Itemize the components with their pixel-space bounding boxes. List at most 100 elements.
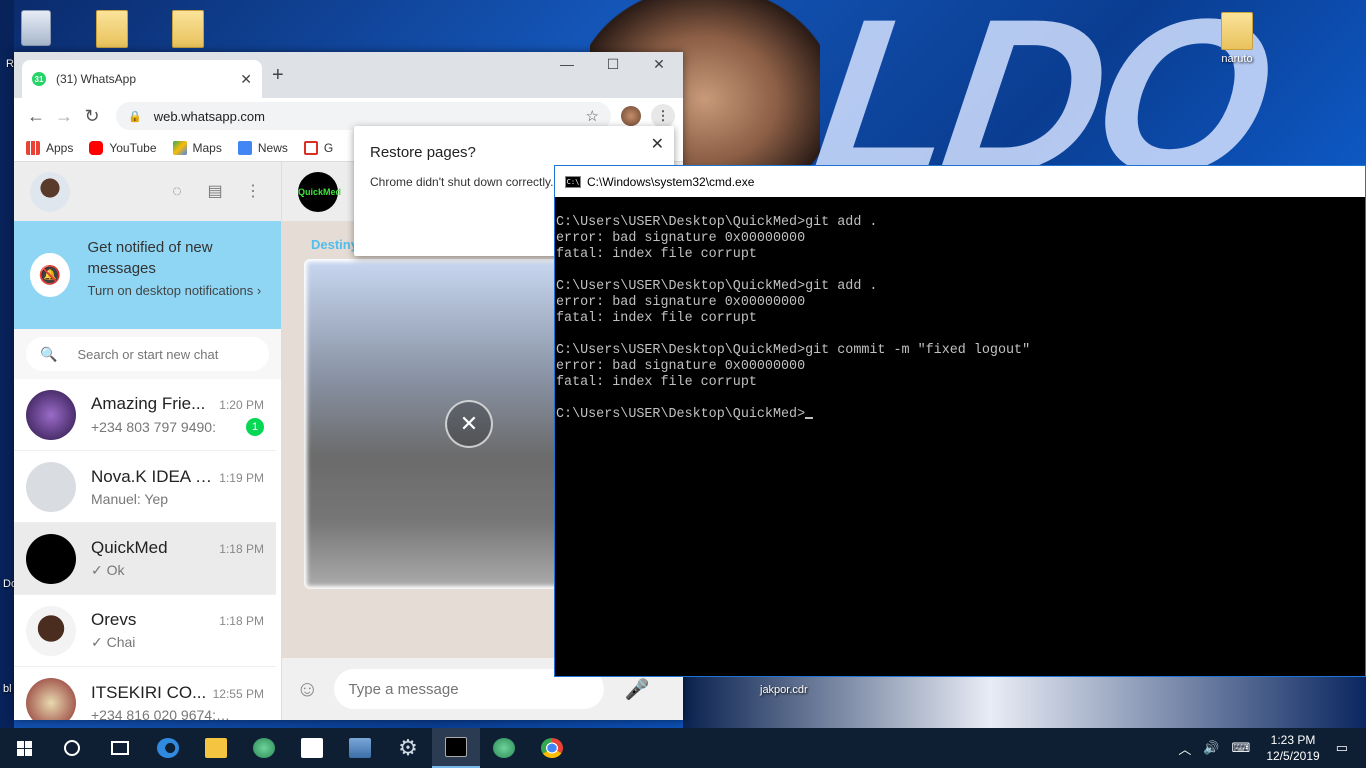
taskbar-atom[interactable]	[240, 728, 288, 768]
chrome-menu-icon[interactable]: ⋮	[651, 104, 675, 128]
bell-off-icon: 🔕	[30, 253, 70, 297]
taskbar-file-explorer[interactable]	[192, 728, 240, 768]
bookmark-news[interactable]: News	[237, 140, 288, 155]
tab-strip: 31 (31) WhatsApp ✕ + — ☐ ✕	[14, 52, 683, 98]
cmd-title: C:\Windows\system32\cmd.exe	[587, 174, 755, 189]
group-avatar-icon	[26, 461, 76, 512]
new-chat-icon[interactable]: ▤	[203, 180, 227, 204]
chat-time: 12:55 PM	[212, 686, 264, 701]
desktop-folder-icon[interactable]	[170, 10, 206, 48]
windows-logo-icon	[16, 740, 32, 756]
chat-avatar	[26, 677, 76, 720]
maximize-button[interactable]: ☐	[590, 56, 636, 78]
wallpaper-edge	[0, 0, 14, 728]
minimize-button[interactable]: —	[544, 56, 590, 78]
chat-item-quickmed[interactable]: QuickMed 1:18 PM ✓ Ok	[14, 523, 276, 595]
chat-preview: Manuel: Yep	[91, 490, 169, 507]
bookmark-maps[interactable]: Maps	[172, 140, 222, 155]
notification-title: Get notified of new messages	[87, 239, 213, 277]
bookmark-youtube[interactable]: YouTube	[89, 140, 157, 155]
tab-title: (31) WhatsApp	[56, 72, 137, 86]
chrome-icon	[541, 738, 563, 758]
taskbar-chrome[interactable]	[528, 728, 576, 768]
youtube-icon	[89, 140, 104, 155]
clock[interactable]: 1:23 PM 12/5/2019	[1266, 732, 1319, 764]
edge-icon	[157, 738, 179, 758]
taskbar-app[interactable]	[336, 728, 384, 768]
chat-item-itsekiri[interactable]: ITSEKIRI CO... 12:55 PM +234 816 020 9674…	[14, 667, 276, 720]
chat-time: 1:19 PM	[219, 470, 264, 485]
back-arrow-icon[interactable]: ←	[22, 106, 50, 127]
microphone-icon[interactable]: 🎤	[624, 677, 649, 702]
desktop-folder-icon[interactable]	[94, 10, 130, 48]
bookmark-gmail[interactable]: G	[303, 140, 333, 155]
status-icon[interactable]: ◌	[165, 180, 189, 204]
reload-icon[interactable]: ↻	[78, 106, 106, 127]
conversation-avatar[interactable]: QuickMed	[298, 171, 341, 212]
taskbar-edge[interactable]	[144, 728, 192, 768]
news-icon	[237, 140, 252, 155]
apps-grid-icon	[26, 140, 40, 155]
start-button[interactable]	[0, 728, 48, 768]
tab-whatsapp[interactable]: 31 (31) WhatsApp ✕	[22, 60, 262, 98]
chat-avatar	[26, 605, 76, 656]
lock-icon: 🔒	[128, 110, 142, 123]
chat-item-nova-k[interactable]: Nova.K IDEA B... 1:19 PM Manuel: Yep	[14, 451, 276, 523]
chat-item-amazing-friends[interactable]: Amazing Frie... 1:20 PM +234 803 797 9490…	[14, 379, 276, 451]
notifications-icon[interactable]: ▭	[1336, 740, 1348, 756]
menu-icon[interactable]: ⋮	[241, 180, 265, 204]
taskbar-cmd[interactable]	[432, 728, 480, 768]
close-icon[interactable]: ✕	[651, 134, 664, 154]
keyboard-icon[interactable]: ⌨	[1232, 740, 1251, 756]
notification-link[interactable]: Turn on desktop notifications ›	[88, 281, 265, 300]
console-text: C:\Users\USER\Desktop\QuickMed>git add .…	[556, 215, 1031, 422]
search-button[interactable]	[48, 728, 96, 768]
cortana-circle-icon	[64, 740, 80, 756]
url-text[interactable]: web.whatsapp.com	[154, 109, 586, 124]
cancel-download-icon[interactable]: ✕	[445, 400, 493, 448]
unread-badge: 1	[246, 417, 264, 436]
cmd-titlebar[interactable]: C:\ C:\Windows\system32\cmd.exe	[555, 166, 1365, 197]
task-view-button[interactable]	[96, 728, 144, 768]
desktop-edge-label: bl	[3, 683, 12, 695]
monitor-icon	[349, 738, 371, 758]
chat-avatar	[26, 389, 76, 440]
chevron-up-icon[interactable]: ︿	[1178, 739, 1191, 758]
folder-icon	[1221, 12, 1253, 50]
whatsapp-favicon: 31	[32, 72, 46, 86]
my-avatar[interactable]	[30, 171, 70, 212]
new-tab-button[interactable]: +	[272, 64, 284, 87]
atom-icon	[253, 738, 275, 758]
bookmark-apps[interactable]: Apps	[26, 140, 73, 155]
chat-preview: ✓ Chai	[91, 634, 136, 650]
chat-avatar	[26, 533, 76, 584]
close-button[interactable]: ✕	[636, 56, 682, 78]
desktop-edge-label: R	[6, 58, 14, 70]
desktop-folder-naruto[interactable]: naruto	[1210, 12, 1264, 65]
recycle-bin-icon[interactable]	[16, 10, 56, 46]
volume-icon[interactable]: 🔊	[1203, 740, 1219, 756]
search-input[interactable]	[77, 346, 255, 362]
chat-preview: +234 816 020 9674: Lolz	[91, 706, 231, 721]
search-box: 🔍	[26, 337, 269, 371]
chat-item-orevs[interactable]: Orevs 1:18 PM ✓ Chai	[14, 595, 276, 667]
console-icon	[445, 737, 467, 757]
taskbar-atom-2[interactable]	[480, 728, 528, 768]
chat-time: 1:20 PM	[219, 397, 264, 412]
tab-close-icon[interactable]: ✕	[240, 71, 252, 88]
taskbar-store[interactable]	[288, 728, 336, 768]
blurred-image	[307, 262, 561, 586]
profile-avatar[interactable]	[621, 106, 641, 126]
emoji-icon[interactable]: ☺	[296, 676, 318, 702]
notification-banner[interactable]: 🔕 Get notified of new messages Turn on d…	[14, 221, 281, 329]
chat-preview: ✓ Ok	[91, 562, 125, 578]
clock-date: 12/5/2019	[1266, 749, 1320, 763]
forward-arrow-icon[interactable]: →	[50, 106, 78, 127]
console-output[interactable]: C:\Users\USER\Desktop\QuickMed>git add .…	[555, 197, 1365, 423]
image-message[interactable]	[304, 259, 564, 589]
cmd-window: C:\ C:\Windows\system32\cmd.exe C:\Users…	[554, 165, 1366, 677]
desktop-icon-label: naruto	[1221, 53, 1253, 65]
taskbar-settings[interactable]: ⚙	[384, 728, 432, 768]
system-tray: ︿ 🔊 ⌨ 1:23 PM 12/5/2019 ▭	[1172, 732, 1366, 764]
bookmark-star-icon[interactable]: ☆	[586, 107, 599, 125]
